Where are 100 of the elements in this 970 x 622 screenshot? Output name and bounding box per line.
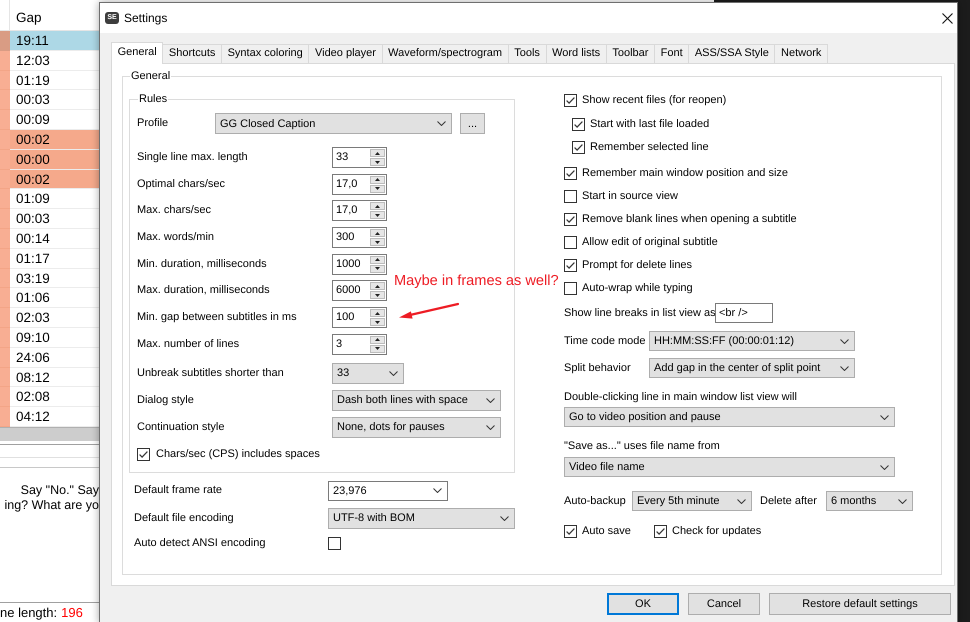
table-cell — [0, 328, 10, 348]
checkbox-label[interactable]: Allow edit of original subtitle — [582, 236, 718, 248]
dropdown[interactable]: Dash both lines with space — [332, 390, 501, 411]
table-cell[interactable]: 03:19 — [10, 268, 99, 288]
table-cell — [0, 70, 10, 90]
dropdown[interactable]: None, dots for pauses — [332, 416, 501, 438]
checkbox[interactable] — [564, 258, 577, 272]
field-label: Default file encoding — [134, 512, 234, 525]
checkbox-label[interactable]: Start in source view — [582, 190, 678, 202]
dropdown[interactable]: HH:MM:SS:FF (00:00:01:12) — [649, 331, 855, 351]
field-label: Unbreak subtitles shorter than — [137, 366, 284, 380]
checkbox[interactable] — [564, 190, 577, 202]
checkbox[interactable] — [654, 524, 667, 538]
checkbox-label[interactable]: Start with last file loaded — [590, 118, 710, 130]
status-label: ne length: — [0, 604, 58, 620]
group-title: General — [130, 70, 172, 83]
checkbox-label[interactable]: Remember main window position and size — [582, 166, 788, 180]
group-title: Rules — [138, 93, 168, 106]
checkbox-label[interactable]: Chars/sec (CPS) includes spaces — [156, 448, 320, 462]
tab[interactable]: General — [111, 42, 164, 64]
chevron-down-icon — [486, 398, 495, 403]
table-cell — [0, 368, 10, 388]
chevron-down-icon — [840, 366, 849, 370]
checkbox-label[interactable]: Auto save — [582, 524, 631, 538]
checkbox[interactable] — [572, 118, 585, 130]
field-label: Delete after — [760, 494, 817, 508]
ellipsis-button[interactable]: ... — [460, 113, 485, 134]
table-cell — [0, 288, 10, 308]
field-label: Optimal chars/sec — [137, 178, 226, 191]
checkbox-label[interactable]: Remember selected line — [590, 140, 709, 154]
table-cell — [0, 348, 10, 368]
dropdown[interactable]: UTF-8 with BOM — [328, 508, 515, 529]
field-label: Max. words/min — [137, 231, 214, 244]
table-cell[interactable]: 08:12 — [10, 368, 99, 388]
field-label: Profile — [137, 117, 168, 130]
table-cell — [0, 90, 10, 110]
dialog-button[interactable]: Cancel — [688, 593, 760, 615]
checkbox[interactable] — [572, 140, 585, 154]
table-cell — [0, 308, 10, 328]
chevron-down-icon — [500, 516, 509, 521]
table-cell — [0, 209, 10, 229]
field-label: Single line max. length — [137, 151, 248, 164]
dropdown[interactable]: 33 — [332, 362, 404, 384]
field-label: Time code mode — [564, 334, 646, 348]
dropdown[interactable]: 23,976 — [328, 480, 448, 501]
chevron-down-icon — [898, 498, 907, 504]
table-cell — [0, 170, 10, 190]
field-label: Min. duration, milliseconds — [137, 258, 267, 271]
table-cell — [0, 407, 10, 427]
checkbox[interactable] — [328, 536, 341, 550]
dialog-button[interactable]: OK — [607, 593, 679, 615]
checkbox-label[interactable]: Show recent files (for reopen) — [582, 94, 726, 106]
checkbox-label[interactable]: Prompt for delete lines — [582, 258, 692, 272]
table-cell — [0, 268, 10, 288]
field-label: Continuation style — [137, 420, 224, 434]
dropdown[interactable]: Every 5th minute — [632, 491, 752, 511]
chevron-down-icon — [486, 424, 495, 430]
column-header[interactable]: Gap — [10, 0, 42, 26]
status-value: 196 — [61, 604, 83, 620]
dropdown[interactable]: Video file name — [564, 457, 895, 477]
dropdown[interactable]: Go to video position and pause — [564, 407, 895, 427]
chevron-down-icon — [389, 370, 398, 376]
checkbox[interactable] — [564, 282, 577, 294]
checkbox[interactable] — [564, 212, 577, 226]
table-cell[interactable]: 01:19 — [10, 70, 99, 90]
field-label: Show line breaks in list view as — [564, 306, 716, 320]
checkbox[interactable] — [137, 448, 150, 462]
checkbox[interactable] — [564, 94, 577, 106]
dialog-button[interactable]: Restore default settings — [769, 593, 951, 615]
text-field[interactable]: <br /> — [715, 303, 773, 323]
table-cell[interactable]: 00:02 — [10, 130, 99, 150]
dropdown[interactable]: Add gap in the center of split point — [649, 358, 855, 378]
table-cell — [0, 248, 10, 269]
dropdown[interactable]: 6 months — [826, 491, 913, 511]
table-cell — [0, 110, 10, 130]
field-label: Max. duration, milliseconds — [137, 284, 270, 298]
field-label: "Save as..." uses file name from — [564, 440, 720, 453]
tab[interactable]: Network — [774, 44, 828, 63]
checkbox-label[interactable]: Check for updates — [672, 524, 762, 538]
field-label: Double-clicking line in main window list view will — [564, 391, 797, 404]
field-label: Dialog style — [137, 394, 194, 407]
dropdown[interactable]: GG Closed Caption — [215, 113, 452, 134]
checkbox-label[interactable]: Remove blank lines when opening a subtitle — [582, 212, 797, 226]
checkbox[interactable] — [564, 166, 577, 180]
checkbox-label[interactable]: Auto-wrap while typing — [582, 282, 693, 294]
table-cell — [0, 228, 10, 249]
table-cell[interactable]: 19:11 — [10, 31, 99, 51]
field-label: Auto detect ANSI encoding — [134, 536, 266, 550]
table-cell — [0, 31, 10, 51]
horizontal-scrollbar[interactable] — [0, 426, 99, 441]
chevron-down-icon — [840, 338, 849, 344]
table-cell[interactable]: 00:00 — [10, 150, 99, 170]
table-cell[interactable]: 00:02 — [10, 170, 99, 190]
checkbox[interactable] — [564, 236, 577, 248]
table-cell — [0, 130, 10, 150]
field-label: Split behavior — [564, 362, 631, 374]
field-label: Default frame rate — [134, 484, 222, 498]
field-label: Max. number of lines — [137, 338, 240, 351]
close-icon — [942, 12, 952, 24]
checkbox[interactable] — [564, 524, 577, 538]
